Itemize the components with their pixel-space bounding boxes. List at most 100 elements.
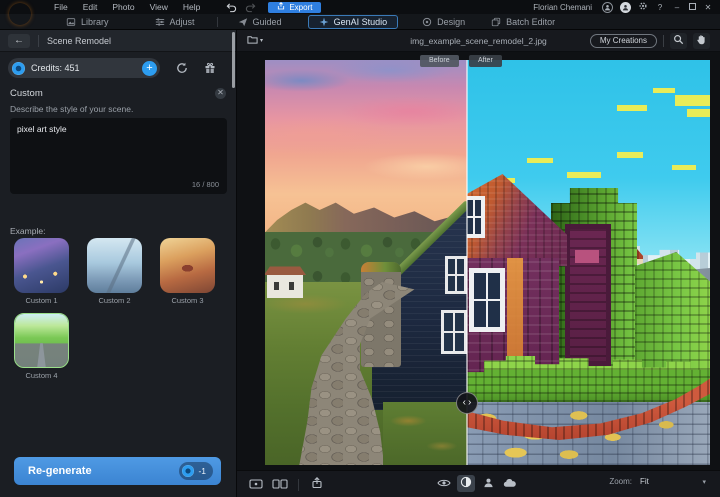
split-compare-button[interactable] (457, 475, 475, 492)
before-sky (265, 60, 467, 232)
gift-button[interactable] (204, 62, 216, 74)
zoom-label: Zoom: (609, 477, 632, 486)
menu-view[interactable]: View (150, 2, 168, 12)
my-creations-button[interactable]: My Creations (590, 34, 657, 48)
tab-batch-editor[interactable]: Batch Editor (491, 17, 555, 27)
tab-adjust[interactable]: Adjust (155, 17, 195, 27)
pixel-cloud (527, 158, 553, 163)
before-tab[interactable]: Before (420, 55, 459, 67)
zoom-tool-button[interactable] (670, 33, 687, 49)
style-description: Describe the style of your scene. (10, 104, 133, 114)
tab-batch-label: Batch Editor (506, 17, 555, 27)
prompt-input[interactable]: pixel art style (17, 124, 220, 174)
prompt-box: pixel art style 16 / 800 (10, 118, 227, 194)
examples-label: Example: (10, 226, 45, 236)
maximize-button[interactable] (689, 2, 696, 12)
zoom-select[interactable]: Fit ▾ (640, 477, 706, 486)
user-name[interactable]: Florian Chemani (533, 3, 592, 12)
example-custom-4[interactable]: Custom 4 (14, 313, 69, 380)
pixel-cloud (653, 88, 675, 93)
undo-icon[interactable] (226, 2, 237, 13)
batch-editor-icon (491, 17, 501, 27)
header-tools-divider (663, 35, 664, 47)
back-button[interactable]: ← (8, 34, 30, 48)
help-icon[interactable]: ? (655, 3, 665, 12)
split-circle-icon (460, 475, 472, 493)
example-thumbnail-3[interactable] (160, 238, 215, 293)
tab-guided[interactable]: Guided (238, 17, 282, 27)
export-button[interactable]: Export (268, 2, 321, 13)
eye-icon (437, 475, 451, 493)
regenerate-button[interactable]: Re-generate -1 (14, 457, 221, 485)
credits-row: Credits: 451 + (8, 58, 228, 78)
scene-remodel-panel: ← Scene Remodel Credits: 451 + Custom ✕ … (0, 30, 237, 497)
refresh-button[interactable] (176, 62, 188, 74)
tab-library-label: Library (81, 17, 109, 27)
share-button[interactable] (308, 476, 326, 493)
char-counter: 16 / 800 (192, 180, 219, 189)
magnifier-icon (673, 32, 684, 50)
share-up-icon (311, 476, 323, 494)
side-by-side-icon (272, 476, 288, 494)
pixel-cloud (687, 109, 710, 117)
account-circle-icon[interactable] (620, 2, 631, 13)
close-window-button[interactable]: ✕ (703, 3, 713, 12)
pixel-cloud (617, 152, 643, 158)
panel-title: Scene Remodel (47, 36, 111, 46)
export-label: Export (289, 3, 312, 12)
before-window-lower (441, 310, 467, 354)
example-grid: Custom 1 Custom 2 Custom 3 Custom 4 (14, 238, 215, 380)
custom-section-header: Custom ✕ (10, 88, 226, 99)
menu-help[interactable]: Help (183, 2, 200, 12)
example-custom-1[interactable]: Custom 1 (14, 238, 69, 305)
example-custom-2[interactable]: Custom 2 (87, 238, 142, 305)
tab-guided-label: Guided (253, 17, 282, 27)
after-tab[interactable]: After (469, 55, 502, 67)
folder-open-icon (247, 32, 258, 50)
tab-genai-label: GenAI Studio (334, 17, 388, 27)
after-window-lower (469, 268, 505, 332)
credits-coin-icon (12, 62, 25, 75)
settings-gear-icon[interactable] (638, 1, 648, 13)
image-canvas: ‹› Before After (237, 52, 720, 470)
tab-library[interactable]: Library (66, 17, 109, 27)
tab-design[interactable]: Design (422, 17, 465, 27)
after-window-upper (467, 196, 485, 238)
tab-divider (217, 17, 218, 27)
example-thumbnail-4[interactable] (14, 313, 69, 368)
cloud-sync-button[interactable] (501, 475, 519, 492)
open-image-button[interactable]: ▾ (247, 32, 263, 50)
user-avatar-icon[interactable] (602, 2, 613, 13)
sidebar-scrollbar[interactable] (232, 32, 235, 88)
minimize-button[interactable]: – (672, 3, 682, 12)
menu-edit[interactable]: Edit (83, 2, 98, 12)
hand-tool-button[interactable] (693, 33, 710, 49)
app-window: File Edit Photo View Help Export Florian… (0, 0, 720, 497)
preview-toggle-button[interactable] (435, 475, 453, 492)
example-label-1: Custom 1 (14, 296, 69, 305)
menu-bar: File Edit Photo View Help (54, 2, 200, 12)
example-thumbnail-1[interactable] (14, 238, 69, 293)
cloud-icon (503, 475, 517, 493)
example-label-2: Custom 2 (87, 296, 142, 305)
close-custom-icon[interactable]: ✕ (215, 88, 226, 99)
title-bar: File Edit Photo View Help Export Florian… (0, 0, 720, 14)
design-icon (422, 17, 432, 27)
after-bushes (467, 356, 710, 402)
add-credits-button[interactable]: + (142, 61, 157, 76)
split-handle[interactable]: ‹› (456, 392, 478, 414)
tab-genai-studio[interactable]: GenAI Studio (308, 15, 399, 29)
side-by-side-view-button[interactable] (271, 476, 289, 493)
credits-label: Credits: 451 (31, 63, 80, 73)
menu-file[interactable]: File (54, 2, 68, 12)
portrait-mask-button[interactable] (479, 475, 497, 492)
example-custom-3[interactable]: Custom 3 (160, 238, 215, 305)
app-logo-icon[interactable] (9, 3, 31, 25)
example-thumbnail-2[interactable] (87, 238, 142, 293)
single-view-button[interactable] (247, 476, 265, 493)
menu-photo[interactable]: Photo (112, 2, 134, 12)
before-white-cottage (267, 274, 303, 298)
library-icon (66, 17, 76, 27)
tab-adjust-label: Adjust (170, 17, 195, 27)
redo-icon[interactable] (245, 2, 256, 13)
